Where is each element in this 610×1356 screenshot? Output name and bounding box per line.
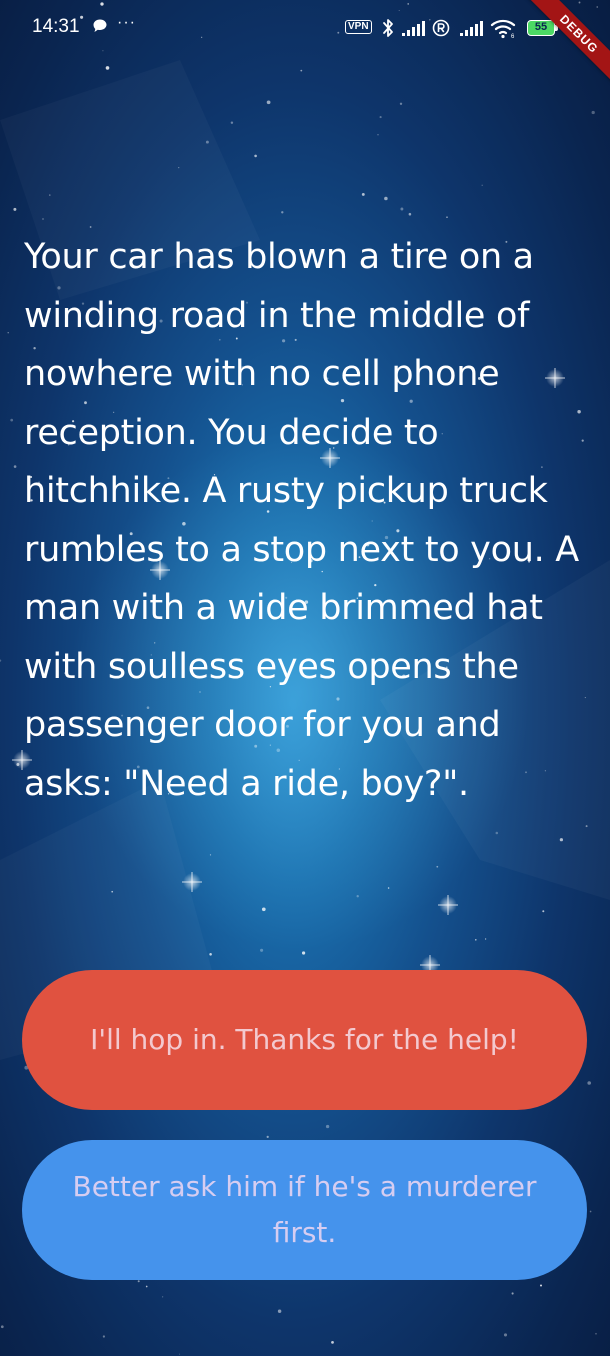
star (377, 134, 379, 136)
cellular-signal-icon (402, 21, 425, 36)
star (16, 763, 20, 766)
star (585, 825, 588, 828)
star (408, 212, 412, 216)
star (587, 1081, 591, 1085)
star (361, 192, 365, 196)
star (102, 1335, 106, 1338)
star (495, 831, 499, 835)
star (277, 1309, 282, 1314)
choice-ask-murderer-button[interactable]: Better ask him if he's a murderer first. (22, 1140, 587, 1280)
wifi-icon: 6 (490, 19, 516, 39)
star (111, 890, 114, 893)
star (209, 953, 212, 956)
star (10, 418, 14, 422)
star (325, 1124, 330, 1129)
star (475, 939, 477, 941)
star (49, 194, 51, 196)
battery-icon: 55 (527, 20, 555, 36)
star (13, 465, 17, 468)
star (356, 895, 359, 898)
star-glow (439, 896, 457, 914)
choice-hop-in-button[interactable]: I'll hop in. Thanks for the help! (22, 970, 587, 1110)
star (559, 838, 564, 842)
star (178, 166, 180, 169)
star (261, 907, 266, 912)
star (539, 1284, 543, 1287)
roaming-icon (432, 19, 450, 37)
star (13, 207, 17, 211)
story-text: Your car has blown a tire on a winding r… (24, 237, 579, 804)
more-notifications-icon: ··· (117, 14, 136, 31)
star (266, 100, 271, 105)
svg-text:6: 6 (511, 34, 515, 39)
star (399, 102, 403, 106)
star (387, 887, 390, 889)
status-time: 14:31 (32, 16, 80, 37)
star (384, 196, 388, 201)
star (595, 1332, 597, 1335)
star (42, 218, 44, 220)
star (503, 1333, 508, 1337)
star (0, 1325, 4, 1329)
star-flare (438, 895, 458, 915)
star (266, 1135, 269, 1139)
cellular-signal-2-icon (460, 21, 483, 36)
star (281, 211, 284, 214)
star (300, 69, 303, 72)
star (484, 938, 487, 940)
star-flare (182, 872, 202, 892)
star (589, 1210, 592, 1213)
star (260, 948, 264, 952)
star (446, 216, 448, 218)
star (230, 121, 234, 124)
star (209, 854, 212, 856)
star (254, 154, 257, 158)
vpn-badge: VPN (345, 20, 372, 34)
star (542, 910, 545, 913)
chat-bubble-icon (93, 19, 107, 32)
star (145, 1285, 148, 1288)
star (0, 659, 2, 662)
star (105, 66, 110, 70)
star (205, 140, 209, 144)
bluetooth-icon (383, 19, 393, 37)
star (179, 1353, 181, 1355)
star (379, 116, 382, 119)
star (7, 332, 9, 334)
star (400, 207, 404, 211)
star (481, 184, 483, 187)
star (162, 1296, 164, 1298)
star (331, 1341, 334, 1344)
star (511, 1292, 514, 1295)
status-bar: 14:31 ··· VPN 6 55 (0, 0, 610, 60)
star (302, 951, 306, 955)
star (137, 1280, 140, 1283)
star (436, 865, 439, 868)
star-glow (183, 873, 201, 891)
star (591, 110, 595, 115)
